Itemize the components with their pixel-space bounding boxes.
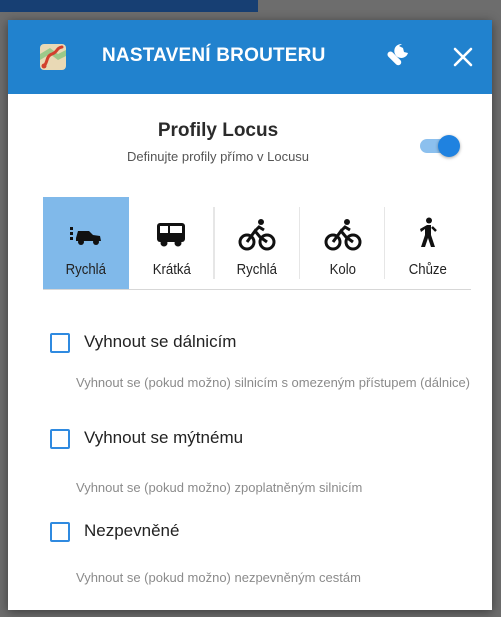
mode-tab-walk[interactable]: Chůze [385,197,471,289]
mode-label: Krátká [152,261,191,278]
routing-mode-tabs: Rychlá Krátká Rychlá Kolo Chůze [43,197,471,290]
mode-tab-bike[interactable]: Kolo [300,197,386,289]
mode-label: Rychlá [236,261,278,278]
option-label: Vyhnout se mýtnému [84,428,244,447]
brouter-settings-dialog: NASTAVENÍ BROUTERU Profily Locus Definuj… [8,20,492,610]
background-app-bar [0,0,258,12]
car-fast-icon [69,227,101,245]
option-description: Vyhnout se (pokud možno) silnicím s omez… [76,375,471,390]
checkbox[interactable] [50,429,70,449]
mode-label: Kolo [329,261,356,278]
hiking-icon [420,217,438,247]
mode-label: Rychlá [65,261,106,278]
locus-profiles-toggle[interactable] [416,133,460,159]
close-icon[interactable] [451,45,475,69]
bike-icon [324,219,362,251]
dialog-header: NASTAVENÍ BROUTERU [8,20,492,94]
option-label: Vyhnout se dálnicím [84,332,237,351]
bike-icon [238,219,276,251]
mode-tab-short-car[interactable]: Krátká [129,197,215,289]
profiles-subtitle: Definujte profily přímo v Locusu [126,149,310,164]
bus-icon [157,223,186,247]
mode-tab-fast-bike[interactable]: Rychlá [214,197,300,289]
mode-label: Chůze [409,261,448,278]
checkbox[interactable] [50,522,70,542]
tab-divider [214,207,216,279]
dialog-title: NASTAVENÍ BROUTERU [102,45,326,66]
checkbox[interactable] [50,333,70,353]
option-label: Nezpevněné [84,521,180,540]
mode-tab-fast-car[interactable]: Rychlá [43,197,129,289]
map-route-icon [40,44,66,70]
toggle-thumb [438,135,460,157]
wrench-icon[interactable] [382,40,412,74]
option-description: Vyhnout se (pokud možno) nezpevněným ces… [76,570,361,585]
profiles-title: Profily Locus [157,120,279,141]
option-description: Vyhnout se (pokud možno) zpoplatněným si… [76,480,363,495]
